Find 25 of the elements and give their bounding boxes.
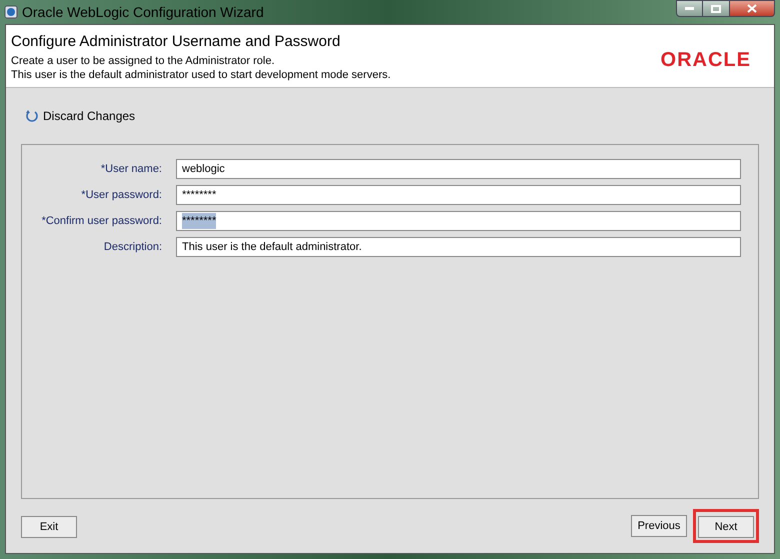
wizard-button[interactable]: Next xyxy=(698,516,754,538)
header-description: Create a user to be assigned to the Administrator role. xyxy=(11,54,276,68)
minimize-icon xyxy=(685,7,694,10)
field-label: *User password: xyxy=(80,188,162,203)
input-field[interactable]: ******** xyxy=(176,211,741,231)
wizard-button[interactable]: Exit xyxy=(21,516,77,538)
maximize-icon xyxy=(711,4,721,12)
close-icon xyxy=(747,4,757,13)
minimize-button[interactable] xyxy=(676,0,703,17)
refresh-icon xyxy=(25,109,39,123)
window-title: Oracle WebLogic Configuration Wizard xyxy=(22,2,264,22)
header-description: This user is the default administrator used to start development mode servers. xyxy=(11,68,391,82)
field-label: *User name: xyxy=(100,162,162,177)
input-field[interactable]: weblogic xyxy=(176,159,741,179)
app-icon xyxy=(4,5,18,19)
page-title: Configure Administrator Username and Password xyxy=(11,33,342,51)
input-field[interactable]: This user is the default administrator. xyxy=(176,237,741,257)
discard-changes-button[interactable]: Discard Changes xyxy=(25,107,136,125)
wizard-button[interactable]: Previous xyxy=(631,515,687,537)
input-field[interactable]: ******** xyxy=(176,185,741,205)
field-label: Description: xyxy=(102,240,162,255)
maximize-button[interactable] xyxy=(703,0,729,17)
field-label: *Confirm user password: xyxy=(40,214,162,229)
close-button[interactable] xyxy=(729,0,775,17)
oracle-logo: ORACLE xyxy=(660,50,751,70)
